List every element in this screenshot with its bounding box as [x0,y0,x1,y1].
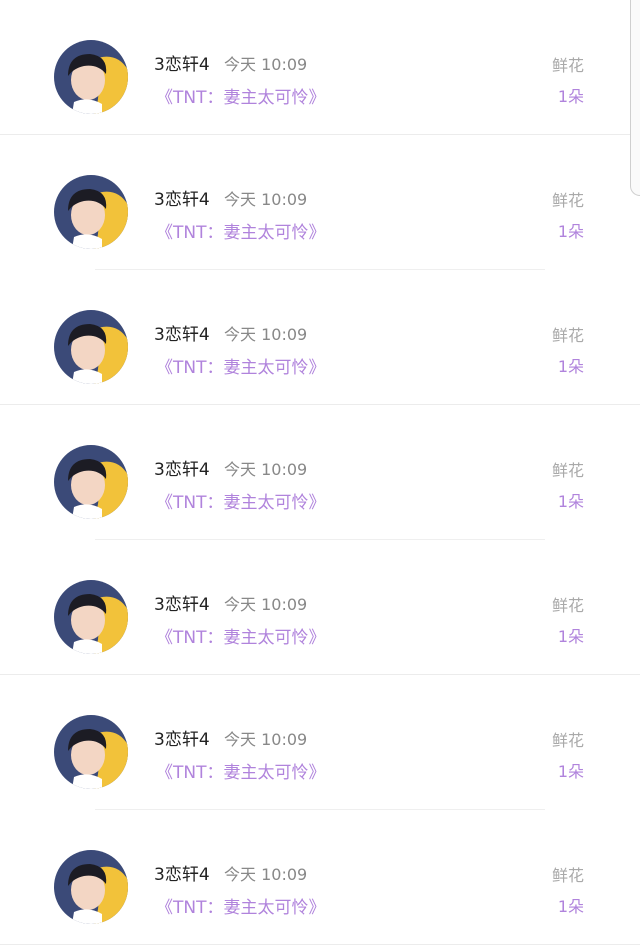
avatar[interactable] [54,715,128,789]
scrollbar[interactable] [630,0,640,196]
avatar[interactable] [54,310,128,384]
gift-record-item[interactable]: 3恋轩4 今天 10:09 《TNT：妻主太可怜》 鲜花 1朵 [0,540,640,675]
gift-count: 1朵 [557,492,584,511]
timestamp: 今天 10:09 [224,55,308,74]
gift-record-item[interactable]: 3恋轩4 今天 10:09 《TNT：妻主太可怜》 鲜花 1朵 [0,0,640,135]
row-divider [0,944,640,945]
book-title-link[interactable]: 《TNT：妻主太可怜》 [156,218,326,243]
gift-type: 鲜花 [551,56,584,75]
avatar[interactable] [54,445,128,519]
user-name[interactable]: 3恋轩4 [154,320,210,345]
user-name[interactable]: 3恋轩4 [154,590,210,615]
gift-type: 鲜花 [551,731,584,750]
book-title-link[interactable]: 《TNT：妻主太可怜》 [156,353,326,378]
gift-count: 1朵 [557,222,584,241]
gift-count: 1朵 [557,897,584,916]
timestamp: 今天 10:09 [224,460,308,479]
timestamp: 今天 10:09 [224,595,308,614]
book-title-link[interactable]: 《TNT：妻主太可怜》 [156,893,326,918]
gift-type: 鲜花 [551,191,584,210]
gift-count: 1朵 [557,87,584,106]
book-title-link[interactable]: 《TNT：妻主太可怜》 [156,488,326,513]
book-title-link[interactable]: 《TNT：妻主太可怜》 [156,83,326,108]
gift-count: 1朵 [557,762,584,781]
timestamp: 今天 10:09 [224,190,308,209]
book-title-link[interactable]: 《TNT：妻主太可怜》 [156,623,326,648]
timestamp: 今天 10:09 [224,730,308,749]
timestamp: 今天 10:09 [224,865,308,884]
book-title-link[interactable]: 《TNT：妻主太可怜》 [156,758,326,783]
user-name[interactable]: 3恋轩4 [154,725,210,750]
gift-type: 鲜花 [551,461,584,480]
gift-record-list: 3恋轩4 今天 10:09 《TNT：妻主太可怜》 鲜花 1朵 3恋轩4 今天 … [0,0,640,950]
gift-record-item[interactable]: 3恋轩4 今天 10:09 《TNT：妻主太可怜》 鲜花 1朵 [0,675,640,810]
gift-count: 1朵 [557,627,584,646]
avatar[interactable] [54,175,128,249]
user-name[interactable]: 3恋轩4 [154,50,210,75]
timestamp: 今天 10:09 [224,325,308,344]
gift-count: 1朵 [557,357,584,376]
gift-type: 鲜花 [551,866,584,885]
avatar[interactable] [54,580,128,654]
user-name[interactable]: 3恋轩4 [154,455,210,480]
gift-record-item[interactable]: 3恋轩4 今天 10:09 《TNT：妻主太可怜》 鲜花 1朵 [0,135,640,270]
gift-record-item[interactable]: 3恋轩4 今天 10:09 《TNT：妻主太可怜》 鲜花 1朵 [0,405,640,540]
gift-record-item[interactable]: 3恋轩4 今天 10:09 《TNT：妻主太可怜》 鲜花 1朵 [0,270,640,405]
avatar[interactable] [54,40,128,114]
user-name[interactable]: 3恋轩4 [154,185,210,210]
gift-type: 鲜花 [551,596,584,615]
gift-record-item[interactable]: 3恋轩4 今天 10:09 《TNT：妻主太可怜》 鲜花 1朵 [0,810,640,945]
user-name[interactable]: 3恋轩4 [154,860,210,885]
avatar[interactable] [54,850,128,924]
gift-type: 鲜花 [551,326,584,345]
